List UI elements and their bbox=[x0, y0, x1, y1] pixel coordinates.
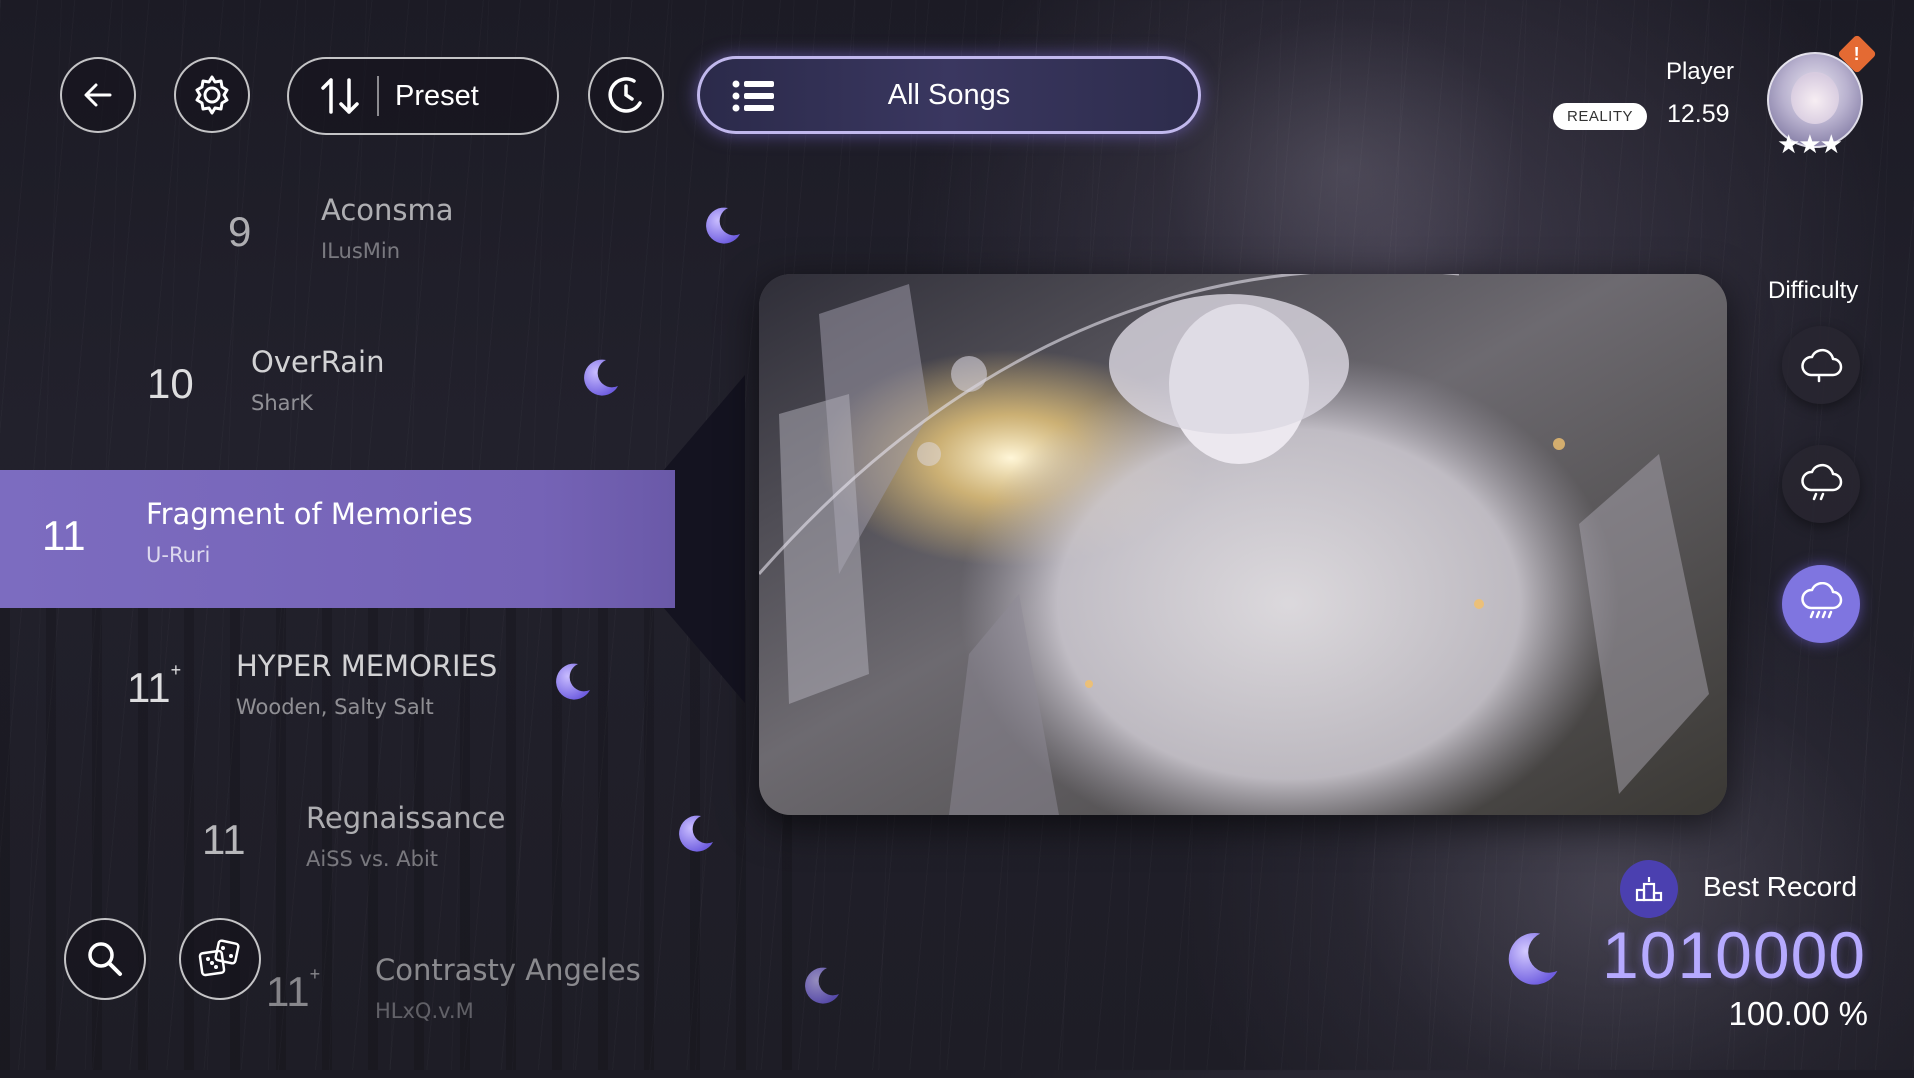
best-record-label: Best Record bbox=[1703, 871, 1858, 902]
random-button[interactable] bbox=[179, 918, 261, 1000]
gear-icon bbox=[195, 75, 229, 115]
back-button[interactable] bbox=[60, 57, 136, 133]
difficulty-label: Difficulty bbox=[1768, 277, 1859, 304]
song-level: 11 bbox=[42, 512, 86, 559]
podium-icon bbox=[1635, 877, 1663, 902]
sort-icon bbox=[321, 78, 359, 114]
song-level: 11+ bbox=[266, 964, 321, 1015]
song-composer: AiSS vs. Abit bbox=[306, 847, 439, 871]
cloud-rain-icon bbox=[1801, 582, 1843, 619]
category-label: All Songs bbox=[887, 78, 1011, 111]
moon-icon bbox=[805, 967, 839, 1004]
leaderboard-icon[interactable] bbox=[1620, 860, 1678, 918]
song-composer: ILusMin bbox=[321, 239, 401, 263]
category-selector[interactable]: All Songs bbox=[697, 56, 1201, 134]
song-item[interactable]: 11+ HYPER MEMORIES Wooden, Salty Salt bbox=[0, 636, 760, 774]
best-accuracy: 100.00 % bbox=[1728, 995, 1868, 1032]
cloud-icon bbox=[1801, 348, 1843, 383]
song-item[interactable]: 11 Regnaissance AiSS vs. Abit bbox=[0, 788, 760, 926]
player-rks: 12.59 bbox=[1667, 100, 1730, 128]
song-jacket-artwork[interactable] bbox=[759, 274, 1727, 815]
song-level: 10 bbox=[147, 360, 194, 407]
moon-icon bbox=[1508, 932, 1558, 985]
song-title: Regnaissance bbox=[306, 801, 506, 835]
song-item[interactable]: 10 OverRain SharK bbox=[0, 332, 760, 470]
song-level: 9 bbox=[228, 208, 252, 255]
player-name: Player bbox=[1665, 58, 1734, 85]
avatar-face bbox=[1791, 72, 1839, 124]
song-item[interactable]: 9 Aconsma ILusMin bbox=[0, 180, 760, 318]
song-level: 11 bbox=[202, 816, 246, 863]
sort-button[interactable]: Preset bbox=[287, 57, 559, 135]
difficulty-button-easy[interactable] bbox=[1782, 326, 1860, 404]
song-item-selected[interactable]: 11 Fragment of Memories U-Ruri bbox=[0, 484, 700, 622]
song-title: HYPER MEMORIES bbox=[236, 649, 498, 683]
search-icon bbox=[88, 942, 122, 976]
moon-icon bbox=[706, 207, 740, 244]
dice-icon bbox=[198, 939, 240, 977]
moon-icon bbox=[556, 663, 590, 700]
moon-icon bbox=[584, 359, 618, 396]
song-composer: U-Ruri bbox=[146, 543, 211, 567]
search-button[interactable] bbox=[64, 918, 146, 1000]
song-title: Contrasty Angeles bbox=[375, 953, 641, 987]
reality-badge: REALITY bbox=[1553, 103, 1647, 130]
sort-label: Preset bbox=[395, 79, 479, 112]
timer-button[interactable] bbox=[588, 57, 664, 133]
song-composer: HLxQ.v.M bbox=[375, 999, 474, 1023]
difficulty-button-medium[interactable] bbox=[1782, 445, 1860, 523]
jacket-illustration bbox=[759, 274, 1727, 815]
song-composer: Wooden, Salty Salt bbox=[236, 695, 434, 719]
moon-icon bbox=[679, 815, 713, 852]
difficulty-button-hard[interactable] bbox=[1782, 565, 1860, 643]
song-title: OverRain bbox=[251, 345, 385, 379]
song-title: Aconsma bbox=[321, 193, 454, 227]
song-title: Fragment of Memories bbox=[146, 497, 473, 531]
song-level: 11+ bbox=[127, 660, 182, 711]
best-score: 1010000 bbox=[1602, 918, 1866, 992]
song-composer: SharK bbox=[251, 391, 313, 415]
notification-mark: ! bbox=[1854, 43, 1860, 64]
sort-divider bbox=[377, 76, 379, 116]
avatar-stars-icon: ★★★ bbox=[1777, 130, 1843, 160]
settings-button[interactable] bbox=[174, 57, 250, 133]
arrow-left-icon bbox=[84, 83, 112, 107]
moon-clock-icon bbox=[608, 77, 642, 113]
cloud-drizzle-icon bbox=[1801, 463, 1843, 501]
